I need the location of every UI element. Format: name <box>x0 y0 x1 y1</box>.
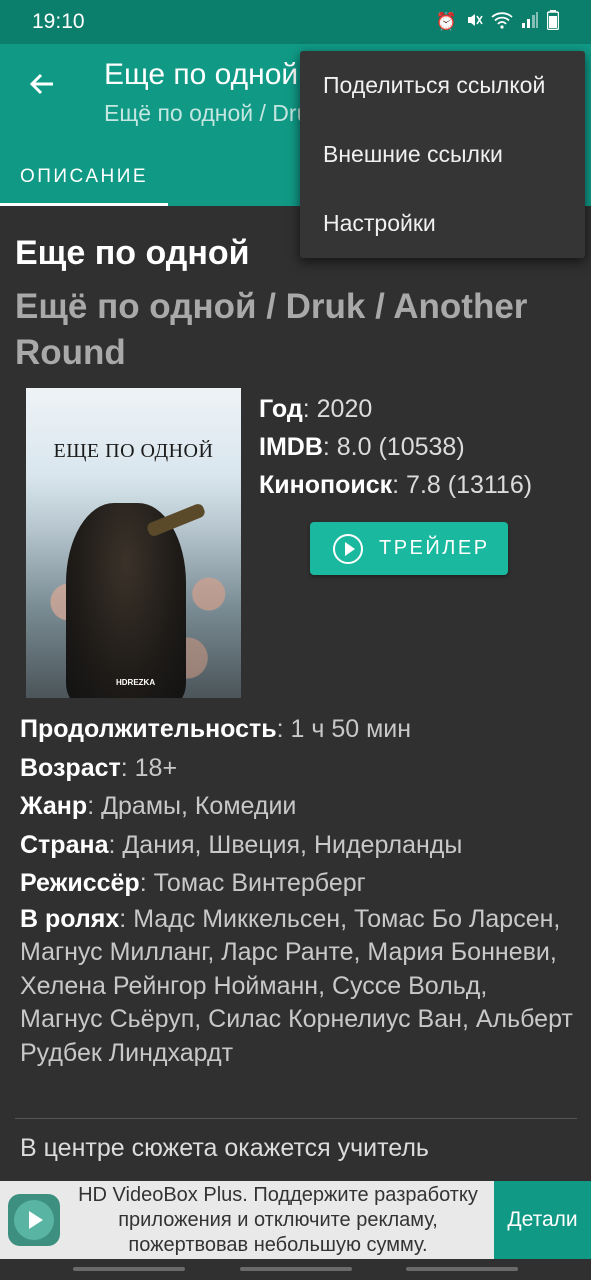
director-value: : Томас Винтерберг <box>139 869 366 897</box>
year-value: : 2020 <box>302 395 373 423</box>
age-label: Возраст <box>20 753 121 782</box>
cast-line: В ролях: Мадс Миккельсен, Томас Бо Ларсе… <box>20 903 575 1071</box>
app-logo-icon <box>8 1194 60 1246</box>
app-title: Еще по одной <box>104 58 299 91</box>
duration-line: Продолжительность: 1 ч 50 мин <box>20 710 575 749</box>
movie-poster[interactable]: ЕЩЕ ПО ОДНОЙ HDREZKA <box>26 388 241 698</box>
navigation-bar <box>0 1259 591 1280</box>
arrow-back-icon <box>29 73 53 95</box>
kinopoisk-line: Кинопоиск: 7.8 (13116) <box>259 466 532 504</box>
year-label: Год <box>259 395 303 423</box>
play-circle-icon <box>333 533 363 564</box>
director-label: Режиссёр <box>20 869 140 897</box>
duration-value: : 1 ч 50 мин <box>276 715 412 743</box>
duration-label: Продолжительность <box>20 715 277 743</box>
age-line: Возраст: 18+ <box>20 749 575 788</box>
back-button[interactable] <box>22 64 62 104</box>
menu-item-external-links[interactable]: Внешние ссылки <box>300 120 585 189</box>
country-line: Страна: Дания, Швеция, Нидерланды <box>20 826 575 865</box>
info-block: Год: 2020 IMDB: 8.0 (10538) Кинопоиск: 7… <box>259 390 532 504</box>
poster-figure <box>66 503 186 698</box>
cast-label: В ролях <box>20 904 120 933</box>
year-line: Год: 2020 <box>259 390 532 428</box>
nav-home-button[interactable] <box>240 1267 352 1271</box>
divider <box>15 1118 577 1119</box>
overflow-menu: Поделиться ссылкой Внешние ссылки Настро… <box>300 51 585 258</box>
poster-logo: HDREZKA <box>116 678 156 687</box>
imdb-value: : 8.0 (10538) <box>322 433 465 461</box>
trailer-button[interactable]: ТРЕЙЛЕР <box>310 522 508 575</box>
age-value: : 18+ <box>120 753 178 782</box>
kinopoisk-label: Кинопоиск <box>259 471 393 499</box>
kinopoisk-value: : 7.8 (13116) <box>392 471 533 499</box>
nav-back-button[interactable] <box>406 1267 518 1271</box>
imdb-label: IMDB <box>259 433 323 461</box>
status-icons: ⏰ <box>435 9 560 35</box>
tab-indicator <box>0 203 168 206</box>
tab-description[interactable]: ОПИСАНИЕ <box>0 148 168 206</box>
signal-icon <box>521 11 539 34</box>
movie-alt-title: Ещё по одной / Druk / Another Round <box>15 287 528 372</box>
poster-title: ЕЩЕ ПО ОДНОЙ <box>53 440 214 462</box>
status-time: 19:10 <box>32 10 85 33</box>
ad-details-button[interactable]: Детали <box>494 1181 591 1259</box>
genre-label: Жанр <box>20 792 88 820</box>
tab-label: ОПИСАНИЕ <box>19 166 149 187</box>
genre-value: : Драмы, Комедии <box>87 792 297 820</box>
genre-line: Жанр: Драмы, Комедии <box>20 787 575 826</box>
ad-text: HD VideoBox Plus. Поддержите разработку … <box>78 1184 478 1256</box>
mute-icon <box>465 11 483 34</box>
details-block: Продолжительность: 1 ч 50 мин Возраст: 1… <box>20 710 575 1070</box>
status-bar: 19:10 ⏰ <box>0 0 591 44</box>
trailer-label: ТРЕЙЛЕР <box>379 537 490 559</box>
menu-item-settings[interactable]: Настройки <box>300 189 585 258</box>
ad-banner[interactable]: HD VideoBox Plus. Поддержите разработку … <box>0 1181 591 1259</box>
nav-recent-button[interactable] <box>73 1267 185 1271</box>
country-value: : Дания, Швеция, Нидерланды <box>108 830 463 859</box>
country-label: Страна <box>20 830 109 859</box>
movie-title: Еще по одной <box>15 234 250 272</box>
menu-item-share-link[interactable]: Поделиться ссылкой <box>300 51 585 120</box>
imdb-line: IMDB: 8.0 (10538) <box>259 428 532 466</box>
wifi-icon <box>491 11 513 34</box>
director-line: Режиссёр: Томас Винтерберг <box>20 864 575 903</box>
synopsis-text: В центре сюжета окажется учитель <box>20 1134 429 1162</box>
battery-icon <box>546 9 560 35</box>
alarm-icon: ⏰ <box>435 12 457 31</box>
